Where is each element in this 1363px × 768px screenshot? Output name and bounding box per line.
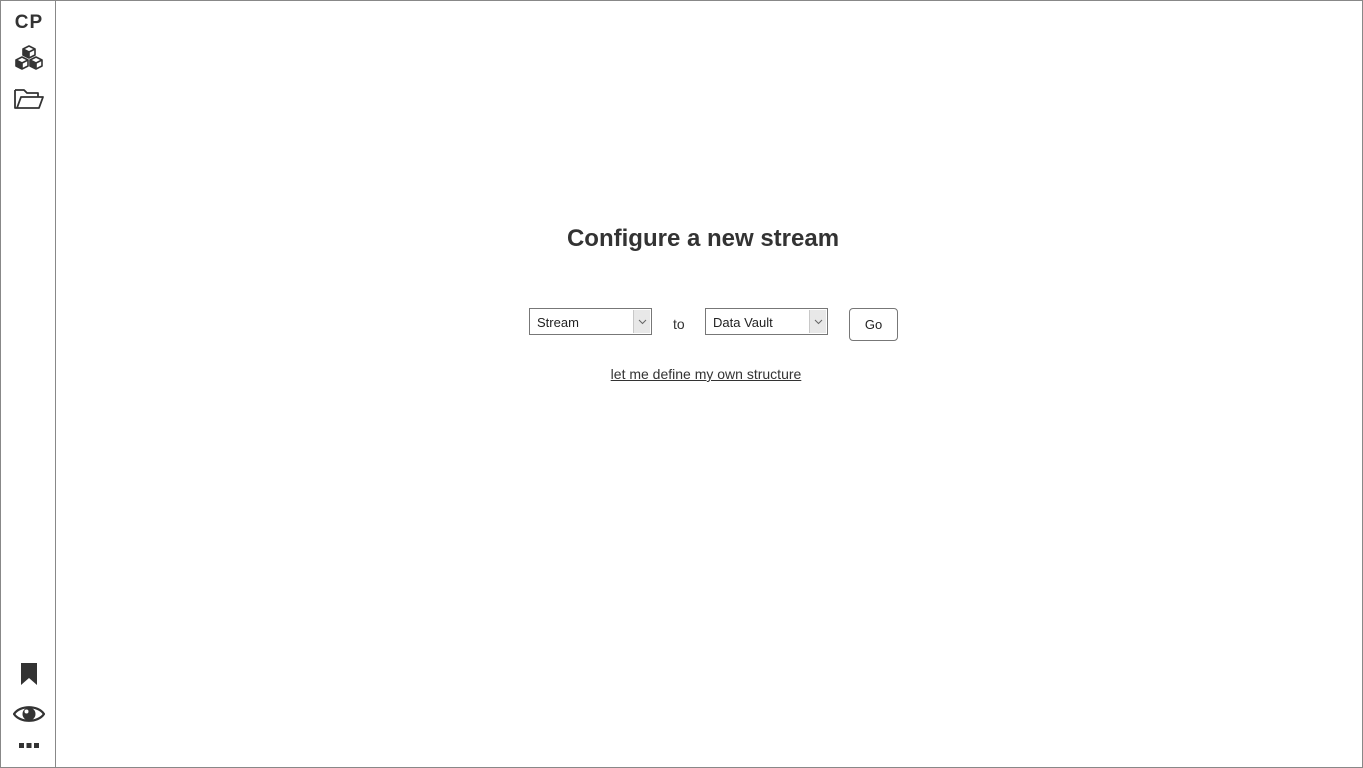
cubes-icon[interactable] <box>12 43 46 73</box>
connector-label: to <box>673 316 685 332</box>
source-select-value: Stream <box>537 315 579 330</box>
bookmark-icon[interactable] <box>12 659 46 689</box>
app-window: CP Configure a new stream Stream to Data… <box>0 0 1363 768</box>
chevron-down-icon[interactable] <box>809 310 826 333</box>
go-button[interactable]: Go <box>849 308 898 341</box>
open-folder-icon[interactable] <box>12 84 46 114</box>
eye-icon[interactable] <box>12 699 46 729</box>
page-title: Configure a new stream <box>566 225 840 252</box>
source-select[interactable]: Stream <box>529 308 652 335</box>
target-select[interactable]: Data Vault <box>705 308 828 335</box>
chevron-down-icon[interactable] <box>633 310 650 333</box>
more-dots-icon[interactable] <box>12 731 46 761</box>
define-own-structure-link[interactable]: let me define my own structure <box>56 366 1356 382</box>
app-logo[interactable]: CP <box>1 12 57 34</box>
target-select-value: Data Vault <box>713 315 773 330</box>
sidebar: CP <box>1 1 56 767</box>
main-content: Configure a new stream Stream to Data Va… <box>56 1 1362 767</box>
